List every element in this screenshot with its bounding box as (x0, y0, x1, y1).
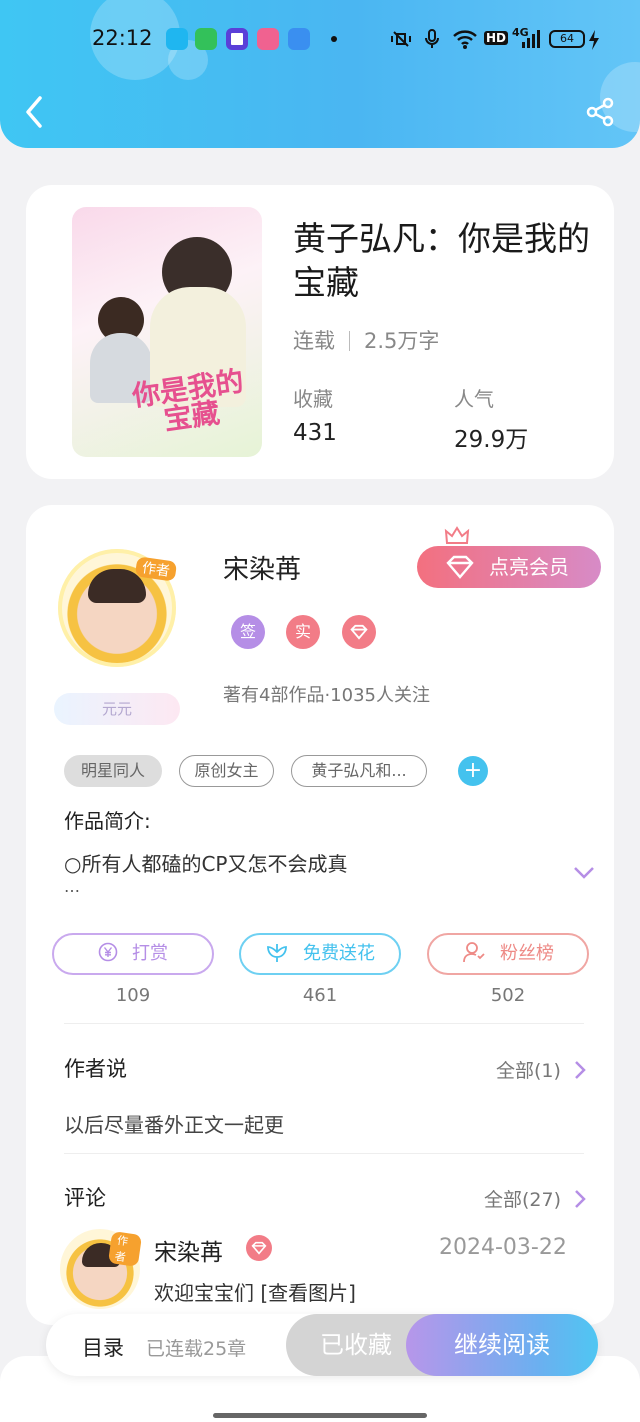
continue-reading-button[interactable]: 继续阅读 (406, 1314, 598, 1376)
files-app-icon (288, 28, 310, 50)
tip-button[interactable]: 打赏 (52, 933, 214, 975)
book-info-card: 你是我的宝藏 黄子弘凡：你是我的宝藏 连载 2.5万字 收藏 431 人气 29.… (26, 185, 614, 479)
tip-count: 109 (115, 985, 151, 1006)
crown-icon (444, 526, 470, 544)
cover-title-art: 你是我的宝藏 (130, 364, 246, 437)
back-chevron-icon[interactable] (20, 94, 50, 130)
author-says-text: 以后尽量番外正文一起更 (64, 1113, 284, 1137)
send-flower-button[interactable]: 免费送花 (239, 933, 401, 975)
send-flower-label: 免费送花 (303, 943, 375, 964)
diamond-icon (251, 1241, 267, 1255)
chevron-right-icon (575, 1061, 586, 1079)
android-app-icon (195, 28, 217, 50)
microphone-icon (425, 29, 439, 48)
intro-ellipsis: … (64, 877, 80, 896)
expand-chevron-icon[interactable] (572, 865, 596, 881)
comments-heading: 评论 (64, 1186, 106, 1210)
book-status: 连载 (293, 329, 335, 353)
fan-user-icon (463, 942, 485, 963)
divider (64, 1023, 584, 1024)
signed-author-badge: 签 (231, 615, 265, 649)
chapter-count: 已连载25章 (146, 1338, 247, 1360)
book-cover[interactable]: 你是我的宝藏 (72, 207, 262, 457)
top-header: 22:12 HD 4G 64 (0, 0, 640, 148)
fan-ranking-button[interactable]: 粉丝榜 (427, 933, 589, 975)
wifi-icon (453, 30, 477, 49)
more-notifications-icon (331, 36, 337, 42)
favorites-value: 431 (293, 420, 337, 446)
vip-diamond-badge (246, 1235, 272, 1261)
browser-app-icon (226, 28, 248, 50)
status-time: 22:12 (92, 26, 153, 50)
share-icon[interactable] (584, 96, 616, 128)
popularity-label: 人气 (454, 387, 494, 411)
signal-icon (522, 30, 540, 48)
popularity-value: 29.9万 (454, 427, 529, 453)
fan-count: 502 (490, 985, 526, 1006)
tag-chip[interactable]: 黄子弘凡和... (291, 755, 427, 787)
tip-label: 打赏 (132, 943, 168, 964)
diamond-icon (446, 555, 474, 579)
word-count: 2.5万字 (364, 329, 440, 353)
add-tag-button[interactable]: + (458, 756, 488, 786)
tag-chip[interactable]: 原创女主 (179, 755, 274, 787)
intro-text: ○所有人都磕的CP又怎不会成真 (64, 852, 348, 876)
battery-level: 64 (560, 32, 574, 45)
table-of-contents-button[interactable]: 目录 (82, 1332, 124, 1362)
tag-chip[interactable]: 明星同人 (64, 755, 162, 787)
comment-date: 2024-03-22 (439, 1235, 567, 1260)
vip-membership-button[interactable]: 点亮会员 (417, 546, 601, 588)
book-meta: 连载 2.5万字 (293, 325, 439, 355)
verified-author-badge: 实 (286, 615, 320, 649)
commenter-author-tag: 作者 (107, 1231, 143, 1267)
author-stats: 著有4部作品·1035人关注 (223, 685, 430, 706)
comments-more-link[interactable]: 全部(27) (484, 1185, 587, 1212)
author-says-heading: 作者说 (64, 1057, 127, 1081)
charging-icon (589, 30, 599, 50)
vip-diamond-badge (342, 615, 376, 649)
flower-icon (267, 944, 287, 962)
home-indicator[interactable] (213, 1413, 427, 1418)
meta-separator (349, 331, 350, 351)
qq-app-icon (166, 28, 188, 50)
diamond-icon (350, 624, 368, 640)
vip-button-label: 点亮会员 (489, 555, 569, 579)
yen-coin-icon (98, 942, 118, 962)
comment-text[interactable]: 欢迎宝宝们 [查看图片] (154, 1277, 356, 1306)
fan-ranking-label: 粉丝榜 (500, 943, 554, 964)
bottom-action-bar: 目录 已连载25章 已收藏 继续阅读 (46, 1314, 598, 1376)
author-says-more-link[interactable]: 全部(1) (496, 1056, 587, 1083)
divider (64, 1153, 584, 1154)
flower-count: 461 (302, 985, 338, 1006)
vibrate-mute-icon (391, 31, 411, 47)
intro-heading: 作品简介: (64, 809, 151, 833)
author-tag: 作者 (134, 556, 178, 582)
author-avatar[interactable]: 作者 (58, 549, 178, 667)
book-title: 黄子弘凡：你是我的宝藏 (293, 219, 590, 302)
author-fan-badge: 元元 (54, 693, 180, 725)
commenter-avatar[interactable]: 作者 (60, 1229, 143, 1309)
commenter-name[interactable]: 宋染苒 (154, 1233, 223, 1267)
bilibili-app-icon (257, 28, 279, 50)
comments-more-label: 全部(27) (484, 1189, 562, 1211)
battery-icon: 64 (549, 30, 585, 48)
favorites-label: 收藏 (293, 387, 333, 411)
author-name[interactable]: 宋染苒 (223, 549, 301, 586)
hd-icon: HD (484, 31, 509, 45)
status-bar: 22:12 HD 4G 64 (0, 22, 640, 58)
author-says-more-label: 全部(1) (496, 1060, 561, 1082)
author-details-card: 作者 元元 宋染苒 点亮会员 签 实 著有4部作品·1035人关注 明星同人 原… (26, 505, 614, 1325)
chevron-right-icon (575, 1190, 586, 1208)
